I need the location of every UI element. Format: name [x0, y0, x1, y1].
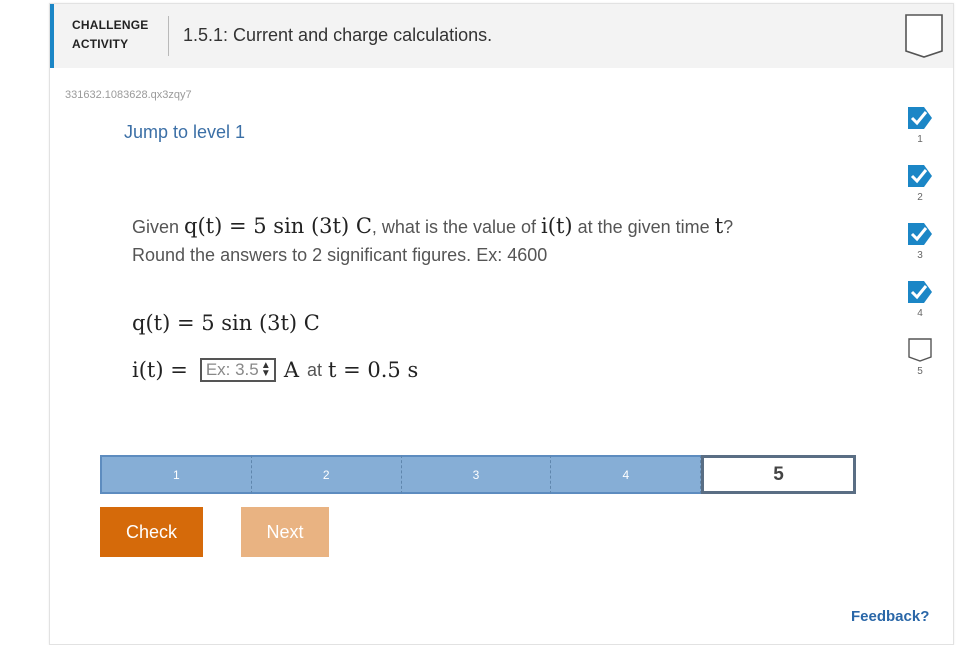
check-button[interactable]: Check: [100, 507, 203, 557]
activity-type-label: CHALLENGE ACTIVITY: [72, 18, 149, 51]
level-tab-2[interactable]: 2: [251, 455, 402, 494]
level-tab-4[interactable]: 4: [551, 455, 702, 494]
activity-header: CHALLENGE ACTIVITY 1.5.1: Current and ch…: [50, 4, 953, 68]
given-expression: q(t) = 5 sin (3t) C: [184, 214, 372, 238]
level-tab-1[interactable]: 1: [100, 455, 252, 494]
incomplete-badge-icon: [908, 338, 932, 362]
completion-badge-icon: [904, 13, 944, 64]
level-selector: 1 2 3 4 5: [100, 455, 856, 494]
checkmark-icon: [908, 165, 932, 187]
jump-to-level-link[interactable]: Jump to level 1: [124, 122, 245, 143]
rounding-instructions: Round the answers to 2 significant figur…: [132, 245, 548, 265]
checkmark-icon: [908, 107, 932, 129]
progress-item-1: 1: [905, 104, 935, 145]
time-expression: t = 0.5 s: [328, 358, 419, 382]
level-tab-5[interactable]: 5: [701, 455, 856, 494]
charge-equation: q(t) = 5 sin (3t) C: [132, 311, 320, 335]
header-divider: [168, 16, 169, 56]
activity-reference-id: 331632.1083628.qx3zqy7: [65, 89, 192, 101]
current-equation-row: i(t) = Ex: 3.5 ▲ ▼ A at t = 0.5 s: [132, 358, 418, 382]
time-variable: t: [714, 214, 724, 238]
feedback-link[interactable]: Feedback?: [851, 608, 929, 625]
next-button[interactable]: Next: [241, 507, 329, 557]
progress-item-2: 2: [905, 162, 935, 203]
at-word: at: [306, 359, 322, 380]
current-answer-input[interactable]: Ex: 3.5 ▲ ▼: [199, 358, 276, 382]
current-lhs: i(t) =: [132, 358, 188, 382]
spinner-arrows-icon[interactable]: ▲ ▼: [261, 361, 271, 379]
progress-item-5: 5: [905, 336, 935, 377]
progress-item-3: 3: [905, 220, 935, 261]
level-tab-3[interactable]: 3: [401, 455, 552, 494]
current-expression: i(t): [541, 214, 573, 238]
unit-label: A: [283, 358, 299, 382]
activity-title: 1.5.1: Current and charge calculations.: [183, 25, 493, 45]
checkmark-icon: [908, 281, 932, 303]
challenge-activity-card: CHALLENGE ACTIVITY 1.5.1: Current and ch…: [49, 3, 954, 645]
checkmark-icon: [908, 223, 932, 245]
answer-placeholder: Ex: 3.5: [205, 360, 259, 379]
progress-item-4: 4: [905, 278, 935, 319]
question-text: Given q(t) = 5 sin (3t) C, what is the v…: [132, 214, 734, 238]
